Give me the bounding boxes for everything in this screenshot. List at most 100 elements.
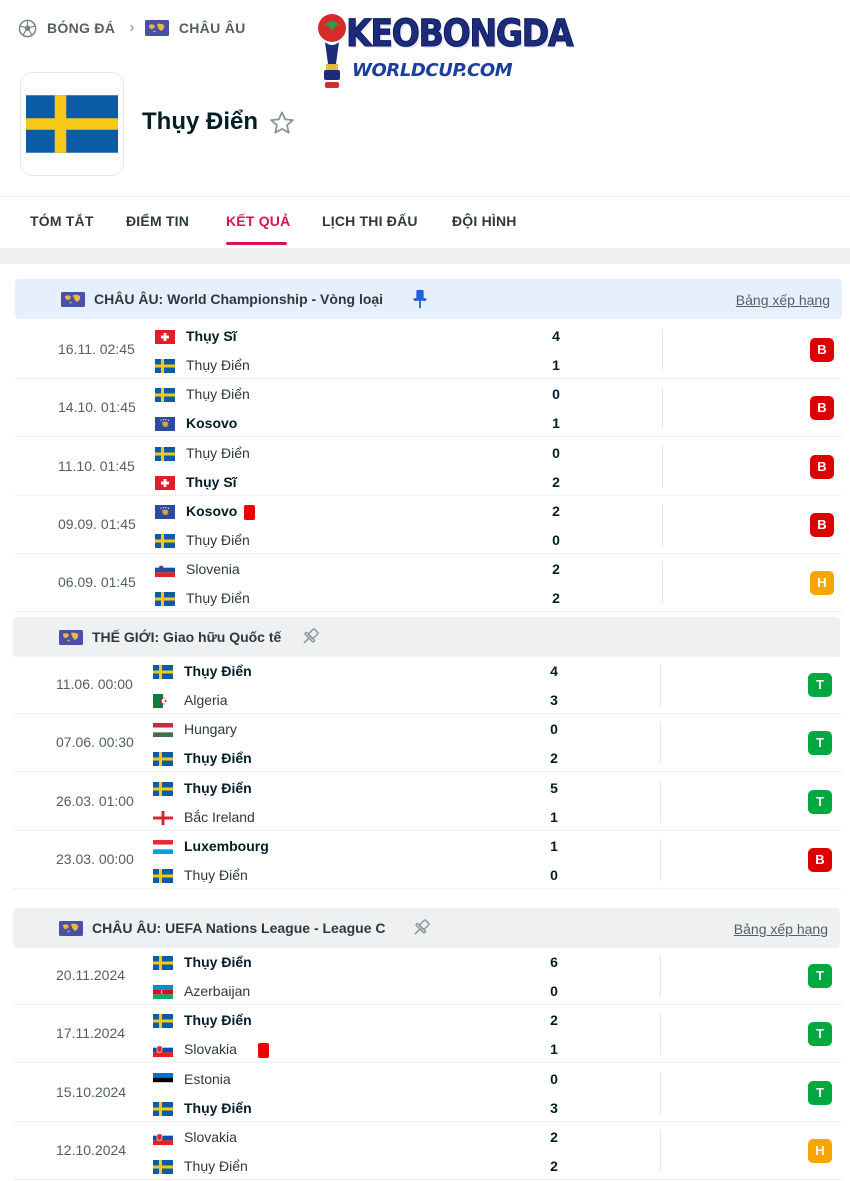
home-score: 6 [550,954,558,970]
result-badge: B [810,455,834,479]
score-divider [660,1013,661,1055]
tab-summary[interactable]: TÓM TẮT [30,213,94,229]
home-team-name[interactable]: Thụy Điển [186,386,250,402]
away-team-name[interactable]: Slovakia [184,1041,237,1057]
match-time: 11.06. 00:00 [56,676,133,692]
match-row[interactable]: 23.03. 00:00 Luxembourg 1 Thụy Điển 0 B [13,831,842,889]
switzerland-flag-icon [155,476,175,490]
home-score: 0 [550,721,558,737]
away-score: 0 [550,983,558,999]
northern-ireland-flag-icon [153,811,173,825]
home-team-name[interactable]: Thụy Sĩ [186,328,237,344]
match-row[interactable]: 20.11.2024 Thụy Điển 6 Azerbaijan 0 T [13,947,842,1005]
away-team-name[interactable]: Bắc Ireland [184,809,255,825]
match-time: 12.10.2024 [56,1142,127,1158]
sweden-flag-icon [155,388,175,402]
logo-subtitle: WORLDCUP.COM [352,60,513,81]
home-team-name[interactable]: Thụy Điển [184,954,252,970]
pin-icon[interactable] [410,917,432,939]
home-team-name[interactable]: Thụy Điển [184,780,252,796]
match-row[interactable]: 06.09. 01:45 Slovenia 2 Thụy Điển 2 H [15,554,842,612]
away-team-name[interactable]: Thụy Điển [184,1100,252,1116]
match-row[interactable]: 11.10. 01:45 Thụy Điển 0 Thụy Sĩ 2 B [15,438,842,496]
league-title[interactable]: CHÂU ÂU: World Championship - Vòng loại [94,291,383,307]
soccer-ball-icon [18,19,37,37]
favorite-star-icon[interactable] [268,109,296,137]
away-score: 2 [550,1158,558,1174]
league-title[interactable]: THẾ GIỚI: Giao hữu Quốc tế [92,629,281,645]
match-time: 14.10. 01:45 [58,399,136,415]
standings-link[interactable]: Bảng xếp hạng [734,921,828,937]
league-flag-icon [59,630,83,645]
home-team-name[interactable]: Kosovo [186,503,237,519]
match-row[interactable]: 07.06. 00:30 Hungary 0 Thụy Điển 2 T [13,714,842,772]
sweden-flag-icon [153,869,173,883]
red-card-icon [244,505,255,520]
match-row[interactable]: 09.09. 01:45 Kosovo 2 Thụy Điển 0 B [15,496,842,554]
results-list: CHÂU ÂU: World Championship - Vòng loại B… [0,264,850,1181]
away-team-name[interactable]: Azerbaijan [184,983,250,999]
away-team-name[interactable]: Thụy Điển [186,532,250,548]
away-team-name[interactable]: Thụy Điển [186,590,250,606]
league-header: CHÂU ÂU: UEFA Nations League - League C B… [13,908,840,948]
league-title[interactable]: CHÂU ÂU: UEFA Nations League - League C [92,920,386,936]
away-score: 0 [550,867,558,883]
away-team-name[interactable]: Thụy Điển [184,867,248,883]
match-time: 26.03. 01:00 [56,793,134,809]
match-row[interactable]: 12.10.2024 Slovakia 2 Thụy Điển 2 H [13,1122,842,1180]
kosovo-flag-icon [155,417,175,431]
tab-results[interactable]: KẾT QUẢ [226,213,290,229]
match-row[interactable]: 14.10. 01:45 Thụy Điển 0 Kosovo 1 B [15,379,842,437]
home-score: 2 [550,1129,558,1145]
away-team-name[interactable]: Thụy Điển [184,1158,248,1174]
away-team-name[interactable]: Thụy Điển [186,357,250,373]
match-row[interactable]: 11.06. 00:00 Thụy Điển 4 Algeria 3 T [13,656,842,714]
score-divider [662,562,663,604]
azerbaijan-flag-icon [153,985,173,999]
match-time: 16.11. 02:45 [58,341,135,357]
match-time: 23.03. 00:00 [56,851,134,867]
home-team-name[interactable]: Thụy Điển [184,1012,252,1028]
home-team-name[interactable]: Slovenia [186,561,240,577]
home-score: 0 [552,445,560,461]
score-divider [660,839,661,881]
tab-squad[interactable]: ĐỘI HÌNH [452,213,517,229]
league-flag-icon [59,921,83,936]
sweden-flag-icon [155,592,175,606]
breadcrumb-region[interactable]: CHÂU ÂU [179,20,246,36]
breadcrumb-sport[interactable]: BÓNG ĐÁ [47,20,115,36]
match-row[interactable]: 17.11.2024 Thụy Điển 2 Slovakia 1 T [13,1005,842,1063]
home-team-name[interactable]: Thụy Điển [186,445,250,461]
match-row[interactable]: 16.11. 02:45 Thụy Sĩ 4 Thụy Điển 1 B [15,321,842,379]
home-team-name[interactable]: Thụy Điển [184,663,252,679]
score-divider [660,722,661,764]
match-row[interactable]: 15.10.2024 Estonia 0 Thụy Điển 3 T [13,1064,842,1122]
pin-filled-icon[interactable] [409,288,431,310]
match-time: 06.09. 01:45 [58,574,136,590]
standings-link[interactable]: Bảng xếp hạng [736,292,830,308]
away-score: 2 [552,590,560,606]
home-team-name[interactable]: Luxembourg [184,838,269,854]
away-team-name[interactable]: Kosovo [186,415,237,431]
result-badge: B [810,338,834,362]
sweden-flag-icon [155,359,175,373]
away-score: 1 [552,357,560,373]
sweden-flag-icon [155,534,175,548]
away-team-name[interactable]: Thụy Sĩ [186,474,237,490]
site-logo[interactable]: KEOBONGDA WORLDCUP.COM [316,10,574,92]
match-time: 09.09. 01:45 [58,516,136,532]
pin-icon[interactable] [299,626,321,648]
score-divider [662,446,663,488]
home-team-name[interactable]: Estonia [184,1071,231,1087]
switzerland-flag-icon [155,330,175,344]
away-score: 3 [550,692,558,708]
away-team-name[interactable]: Algeria [184,692,228,708]
match-time: 15.10.2024 [56,1084,127,1100]
tab-news[interactable]: ĐIỂM TIN [126,213,189,229]
away-team-name[interactable]: Thụy Điển [184,750,252,766]
home-team-name[interactable]: Hungary [184,721,237,737]
match-row[interactable]: 26.03. 01:00 Thụy Điển 5 Bắc Ireland 1 T [13,773,842,831]
team-logo [20,72,124,176]
home-team-name[interactable]: Slovakia [184,1129,237,1145]
tab-fixtures[interactable]: LỊCH THI ĐẤU [322,213,418,229]
